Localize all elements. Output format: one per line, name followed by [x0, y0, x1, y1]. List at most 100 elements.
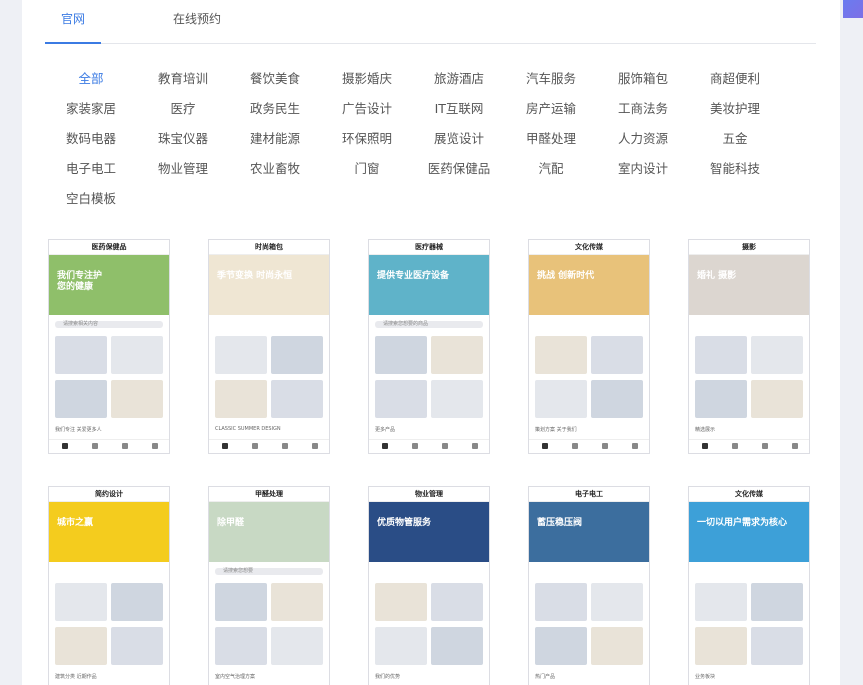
- nav-icon: [122, 443, 128, 449]
- nav-icon: [222, 443, 228, 449]
- template-hero-text: 提供专业医疗设备: [377, 271, 450, 281]
- nav-icon: [632, 443, 638, 449]
- category-item[interactable]: 医药保健品: [419, 158, 499, 177]
- category-item[interactable]: 广告设计: [327, 98, 407, 117]
- template-content-block: [591, 336, 643, 374]
- template-bottom-nav: [209, 439, 329, 453]
- category-item[interactable]: 家装家居: [51, 98, 131, 117]
- template-content-block: [271, 627, 323, 665]
- nav-icon: [602, 443, 608, 449]
- template-content-block: [375, 627, 427, 665]
- template-content-block: [111, 380, 163, 418]
- template-hero-text: 除甲醛: [217, 518, 245, 528]
- template-hero-text: 挑战 创新时代: [537, 271, 595, 281]
- template-hero-image: 一切以用户需求为核心: [689, 502, 809, 562]
- category-item[interactable]: 汽车服务: [511, 68, 591, 87]
- template-content-block: [591, 583, 643, 621]
- template-hero-image: 城市之赢: [49, 502, 169, 562]
- template-section-label: 业务板块: [695, 674, 716, 680]
- category-item[interactable]: 室内设计: [603, 158, 683, 177]
- category-item[interactable]: 展览设计: [419, 128, 499, 147]
- template-content-block: [695, 336, 747, 374]
- template-card[interactable]: 摄影 婚礼 摄影 精选展示: [688, 239, 810, 454]
- template-content-block: [215, 583, 267, 621]
- template-content-block: [431, 583, 483, 621]
- template-card[interactable]: 电子电工 蓄压稳压阀 热门产品: [528, 486, 650, 685]
- category-item[interactable]: 美妆护理: [695, 98, 775, 117]
- template-content-block: [535, 336, 587, 374]
- corner-accent: [843, 0, 863, 18]
- template-hero-image: 季节变换 时尚永恒: [209, 255, 329, 315]
- template-card[interactable]: 简约设计城市之赢建筑分类 近期作品: [48, 486, 170, 685]
- template-hero-image: 蓄压稳压阀: [529, 502, 649, 562]
- template-content-block: [215, 336, 267, 374]
- active-tab-indicator: [45, 42, 101, 44]
- category-item[interactable]: 数码电器: [51, 128, 131, 147]
- template-card[interactable]: 医药保健品 我们专注护 您的健康 请搜索相关内容 我们专注 关爱更多人: [48, 239, 170, 454]
- template-card[interactable]: 甲醛处理 除甲醛 请搜索您想要 室内空气治理方案: [208, 486, 330, 685]
- category-item[interactable]: 服饰箱包: [603, 68, 683, 87]
- category-item[interactable]: 人力资源: [603, 128, 683, 147]
- template-card[interactable]: 物业管理 优质物管服务 我们的优势: [368, 486, 490, 685]
- template-content-block: [431, 336, 483, 374]
- category-item[interactable]: 物业管理: [143, 158, 223, 177]
- category-item[interactable]: 教育培训: [143, 68, 223, 87]
- category-item[interactable]: 智能科技: [695, 158, 775, 177]
- template-search-bar: 请搜索您想要: [215, 568, 323, 575]
- template-card[interactable]: 医疗器械 提供专业医疗设备 请搜索您想要的商品 更多产品: [368, 239, 490, 454]
- category-item[interactable]: 农业畜牧: [235, 158, 315, 177]
- template-title: 简约设计: [49, 487, 169, 502]
- template-content-block: [375, 336, 427, 374]
- category-item[interactable]: 空白模板: [51, 188, 131, 207]
- category-item[interactable]: IT互联网: [419, 98, 499, 117]
- template-hero-text: 我们专注护 您的健康: [57, 271, 103, 292]
- category-item[interactable]: 房产运输: [511, 98, 591, 117]
- template-section-label: 更多产品: [375, 427, 396, 433]
- template-hero-image: 婚礼 摄影: [689, 255, 809, 315]
- category-item[interactable]: 甲醛处理: [511, 128, 591, 147]
- nav-icon: [732, 443, 738, 449]
- template-title: 电子电工: [529, 487, 649, 502]
- template-content-block: [55, 336, 107, 374]
- category-item[interactable]: 医疗: [143, 98, 223, 117]
- template-title: 物业管理: [369, 487, 489, 502]
- category-item[interactable]: 门窗: [327, 158, 407, 177]
- category-item[interactable]: 工商法务: [603, 98, 683, 117]
- category-item[interactable]: 政务民生: [235, 98, 315, 117]
- template-content-block: [535, 380, 587, 418]
- template-title: 文化传媒: [689, 487, 809, 502]
- category-item[interactable]: 环保照明: [327, 128, 407, 147]
- template-card[interactable]: 文化传媒 一切以用户需求为核心业务板块: [688, 486, 810, 685]
- category-item[interactable]: 商超便利: [695, 68, 775, 87]
- template-content-block: [271, 380, 323, 418]
- template-card[interactable]: 文化传媒 挑战 创新时代 策划方案 关于我们: [528, 239, 650, 454]
- template-card[interactable]: 时尚箱包 季节变换 时尚永恒 CLASSIC SUMMER DESIGN: [208, 239, 330, 454]
- tab-online-booking[interactable]: 在线预约: [173, 10, 221, 27]
- category-item[interactable]: 旅游酒店: [419, 68, 499, 87]
- template-content-block: [215, 627, 267, 665]
- template-hero-text: 城市之赢: [57, 518, 94, 528]
- tab-official-site[interactable]: 官网: [61, 10, 85, 27]
- category-item[interactable]: 建材能源: [235, 128, 315, 147]
- template-content-block: [535, 627, 587, 665]
- template-content-block: [375, 380, 427, 418]
- template-section-label: CLASSIC SUMMER DESIGN: [215, 426, 281, 432]
- template-search-bar: 请搜索您想要的商品: [375, 321, 483, 328]
- category-item[interactable]: 餐饮美食: [235, 68, 315, 87]
- category-item[interactable]: 五金: [695, 128, 775, 147]
- category-item[interactable]: 珠宝仪器: [143, 128, 223, 147]
- template-bottom-nav: [369, 439, 489, 453]
- category-item[interactable]: 汽配: [511, 158, 591, 177]
- template-content-block: [695, 583, 747, 621]
- category-item[interactable]: 摄影婚庆: [327, 68, 407, 87]
- category-item[interactable]: 电子电工: [51, 158, 131, 177]
- template-content-block: [431, 380, 483, 418]
- template-content-block: [55, 380, 107, 418]
- template-title: 医药保健品: [49, 240, 169, 255]
- template-hero-text: 婚礼 摄影: [697, 271, 737, 281]
- nav-icon: [472, 443, 478, 449]
- template-content-block: [751, 380, 803, 418]
- nav-icon: [252, 443, 258, 449]
- template-section-label: 建筑分类 近期作品: [55, 674, 97, 680]
- category-item[interactable]: 全部: [51, 68, 131, 87]
